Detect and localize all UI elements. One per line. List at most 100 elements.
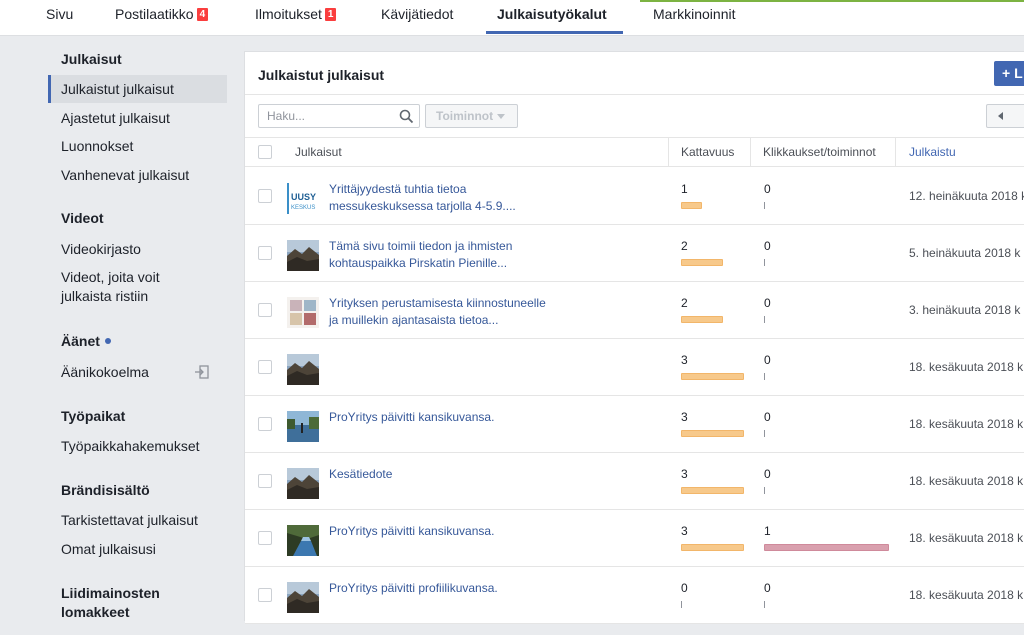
tab-markkinoinnit[interactable]: Markkinoinnit (653, 0, 735, 36)
reach-value: 2 (681, 296, 688, 310)
tab-sivu[interactable]: Sivu (46, 0, 73, 36)
post-title-link[interactable]: Tämä sivu toimii tiedon ja ihmisten koht… (329, 238, 549, 272)
post-thumbnail[interactable]: UUSY KESKUS (287, 183, 319, 214)
column-header-reach[interactable]: Kattavuus (681, 138, 734, 166)
heading-label: Äänet (61, 333, 100, 349)
post-thumbnail[interactable] (287, 582, 319, 613)
caret-down-icon (497, 114, 506, 119)
clicks-value: 0 (764, 182, 771, 196)
post-thumbnail[interactable] (287, 411, 319, 442)
tab-label: Sivu (46, 6, 74, 22)
reach-bar (681, 430, 744, 437)
table-row[interactable]: ProYritys päivitti profiilikuvansa. 0 0 18.… (245, 567, 1024, 624)
clicks-value: 0 (764, 410, 771, 424)
table-row[interactable]: Tämä sivu toimii tiedon ja ihmisten koht… (245, 225, 1024, 282)
actions-label: Toiminnot (436, 109, 494, 123)
published-date: 3. heinäkuuta 2018 k (909, 303, 1021, 317)
sidebar-item-ajastetut[interactable]: Ajastetut julkaisut (61, 110, 170, 126)
table-row[interactable]: UUSY KESKUS Yrittäjyydestä tuhtia tietoa m… (245, 168, 1024, 225)
sidebar-heading-liidimainokset[interactable]: Liidimainosten lomakkeet (61, 584, 201, 622)
clicks-value: 0 (764, 581, 771, 595)
table-row[interactable]: Yrityksen perustamisesta kiinnostuneelle… (245, 282, 1024, 339)
post-thumbnail[interactable] (287, 468, 319, 499)
table-header: Julkaisut Kattavuus Klikkaukset/toiminno… (245, 137, 1024, 167)
tab-label: Julkaisutyökalut (497, 6, 607, 22)
clicks-bar (764, 601, 765, 608)
open-external-icon[interactable] (194, 364, 210, 380)
reach-value: 3 (681, 524, 688, 538)
table-row[interactable]: ProYritys päivitti kansikuvansa. 3 0 18. ke… (245, 396, 1024, 453)
sidebar-item-julkaistut[interactable]: Julkaistut julkaisut (61, 81, 174, 97)
column-header-published[interactable]: Julkaistu (909, 138, 956, 166)
published-date: 18. kesäkuuta 2018 k (909, 417, 1024, 431)
actions-dropdown[interactable]: Toiminnot (425, 104, 518, 128)
post-title-link[interactable]: ProYritys päivitti profiilikuvansa. (329, 580, 549, 597)
clicks-value: 0 (764, 467, 771, 481)
sidebar: Julkaisut Julkaistut julkaisut Ajastetut… (0, 37, 240, 635)
column-header-clicks[interactable]: Klikkaukset/toiminnot (763, 138, 876, 166)
reach-value: 2 (681, 239, 688, 253)
row-checkbox[interactable] (258, 189, 272, 203)
active-tab-indicator (486, 31, 623, 34)
search-input[interactable] (259, 105, 389, 127)
logo-text: KESKUS (291, 205, 315, 211)
post-thumbnail[interactable] (287, 525, 319, 556)
row-checkbox[interactable] (258, 246, 272, 260)
column-divider (750, 138, 751, 166)
sidebar-item-aanikokoelma[interactable]: Äänikokoelma (61, 364, 149, 380)
tab-ilmoitukset[interactable]: Ilmoitukset 1 (255, 0, 338, 36)
row-checkbox[interactable] (258, 303, 272, 317)
notification-badge: 4 (195, 7, 210, 22)
create-post-button[interactable]: + L (994, 61, 1024, 86)
post-title-link[interactable]: ProYritys päivitti kansikuvansa. (329, 523, 549, 540)
reach-value: 3 (681, 353, 688, 367)
select-all-checkbox[interactable] (258, 145, 272, 159)
post-thumbnail[interactable] (287, 297, 319, 328)
post-title-link[interactable]: Yrityksen perustamisesta kiinnostuneelle… (329, 295, 549, 329)
sidebar-heading-aanet: Äänet (61, 333, 111, 349)
sidebar-item-tyopaikkahakemukset[interactable]: Työpaikkahakemukset (61, 438, 200, 454)
clicks-value: 0 (764, 353, 771, 367)
clicks-bar (764, 373, 765, 380)
reach-bar (681, 259, 723, 266)
table-row[interactable]: ProYritys päivitti kansikuvansa. 3 1 18. ke… (245, 510, 1024, 567)
post-title-link[interactable]: ProYritys päivitti kansikuvansa. (329, 409, 549, 426)
row-checkbox[interactable] (258, 360, 272, 374)
previous-page-button[interactable] (986, 104, 1024, 128)
row-checkbox[interactable] (258, 474, 272, 488)
reach-bar (681, 202, 702, 209)
clicks-value: 0 (764, 296, 771, 310)
sidebar-item-luonnokset[interactable]: Luonnokset (61, 138, 133, 154)
published-date: 18. kesäkuuta 2018 k (909, 360, 1024, 374)
divider (245, 94, 1024, 95)
sidebar-item-vanhenevat[interactable]: Vanhenevat julkaisut (61, 167, 189, 183)
post-thumbnail[interactable] (287, 240, 319, 271)
clicks-value: 0 (764, 239, 771, 253)
sidebar-item-omat-julkaisut[interactable]: Omat julkaisusi (61, 541, 156, 557)
tab-label: Kävijätiedot (381, 6, 454, 22)
search-icon[interactable] (399, 109, 414, 124)
row-checkbox[interactable] (258, 417, 272, 431)
reach-value: 3 (681, 467, 688, 481)
row-checkbox[interactable] (258, 588, 272, 602)
sidebar-item-tarkistettavat[interactable]: Tarkistettavat julkaisut (61, 512, 198, 528)
sidebar-item-videot-ristiin[interactable]: Videot, joita voit julkaista ristiin (61, 268, 211, 306)
published-date: 18. kesäkuuta 2018 k (909, 474, 1024, 488)
table-row[interactable]: Kesätiedote 3 0 18. kesäkuuta 2018 k (245, 453, 1024, 510)
reach-value: 3 (681, 410, 688, 424)
post-thumbnail[interactable] (287, 354, 319, 385)
column-divider (668, 138, 669, 166)
tab-label: Ilmoitukset (255, 6, 322, 22)
published-posts-panel: Julkaistut julkaisut + L Toiminnot Julka… (244, 51, 1024, 624)
column-header-posts[interactable]: Julkaisut (295, 138, 342, 166)
clicks-bar (764, 544, 889, 551)
reach-bar (681, 544, 744, 551)
chevron-left-icon (998, 112, 1003, 120)
sidebar-item-videokirjasto[interactable]: Videokirjasto (61, 241, 141, 257)
tab-postilaatikko[interactable]: Postilaatikko 4 (115, 0, 210, 36)
row-checkbox[interactable] (258, 531, 272, 545)
post-title-link[interactable]: Yrittäjyydestä tuhtia tietoa messukeskuk… (329, 181, 549, 215)
table-row[interactable]: 3 0 18. kesäkuuta 2018 k (245, 339, 1024, 396)
post-title-link[interactable]: Kesätiedote (329, 466, 549, 483)
tab-kavijatiedot[interactable]: Kävijätiedot (381, 0, 453, 36)
